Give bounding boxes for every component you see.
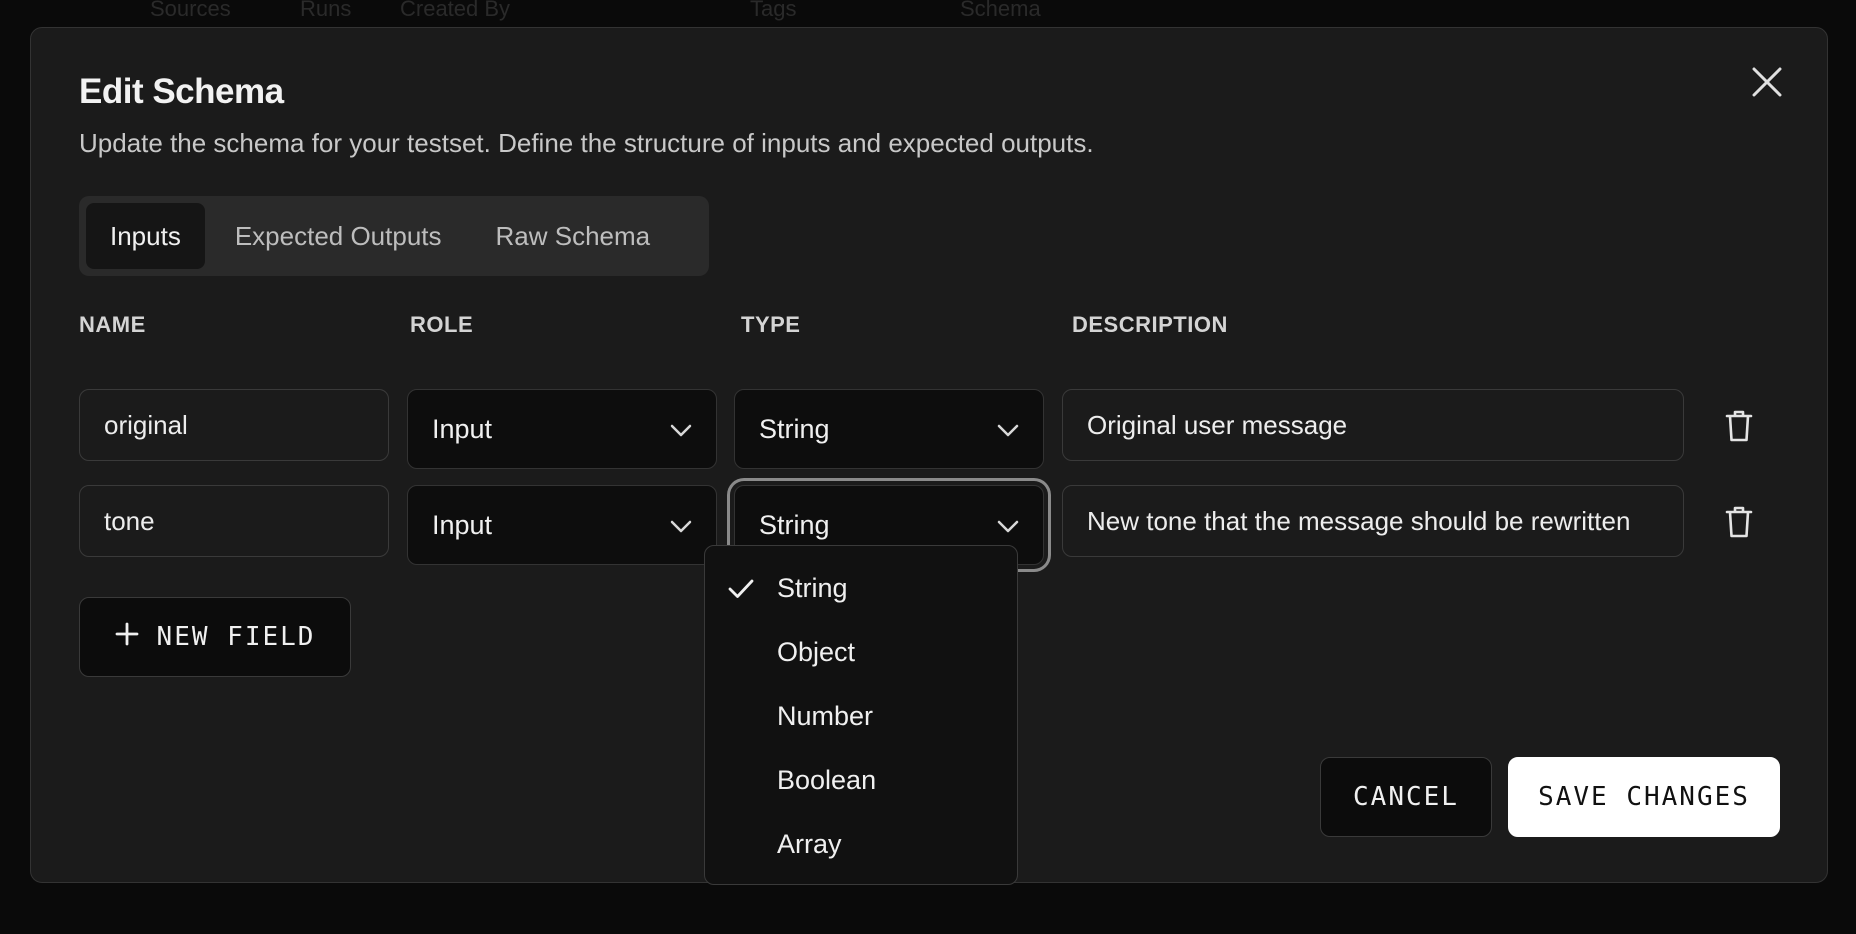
bg-col-tags: Tags — [750, 0, 797, 21]
trash-icon — [1725, 505, 1753, 544]
role-select[interactable]: Input — [407, 485, 717, 565]
role-select-value: Input — [432, 509, 493, 540]
bg-col-sources: Sources — [150, 0, 231, 21]
type-option-number[interactable]: Number — [705, 684, 1017, 748]
chevron-down-icon — [997, 414, 1019, 445]
type-select[interactable]: String — [734, 389, 1044, 469]
tab-inputs[interactable]: Inputs — [86, 203, 205, 269]
type-option-array[interactable]: Array — [705, 812, 1017, 876]
chevron-down-icon — [670, 414, 692, 445]
tab-raw-schema[interactable]: Raw Schema — [472, 203, 675, 269]
trash-icon — [1725, 409, 1753, 448]
close-button[interactable] — [1745, 62, 1789, 106]
type-option-boolean[interactable]: Boolean — [705, 748, 1017, 812]
field-description-input[interactable]: New tone that the message should be rewr… — [1062, 485, 1684, 557]
field-description-input[interactable]: Original user message — [1062, 389, 1684, 461]
background-table-header: Sources Runs Created By Tags Schema — [0, 0, 1856, 28]
type-option-label: Boolean — [777, 764, 877, 795]
cancel-button[interactable]: CANCEL — [1320, 757, 1492, 837]
type-select-value: String — [759, 509, 830, 540]
role-select[interactable]: Input — [407, 389, 717, 469]
plus-icon — [115, 622, 139, 653]
role-select-value: Input — [432, 413, 493, 444]
type-option-label: Object — [777, 636, 856, 667]
delete-field-button[interactable] — [1719, 408, 1759, 448]
tab-expected-outputs[interactable]: Expected Outputs — [211, 203, 466, 269]
chevron-down-icon — [670, 510, 692, 541]
type-option-string[interactable]: String — [705, 556, 1017, 620]
dialog-subtitle: Update the schema for your testset. Defi… — [79, 128, 1094, 158]
type-dropdown-menu: String Object Number Boolean Array — [704, 545, 1018, 885]
field-name-input[interactable]: original — [79, 389, 389, 461]
close-icon — [1751, 66, 1783, 103]
type-select-value: String — [759, 413, 830, 444]
new-field-label: NEW FIELD — [156, 622, 316, 652]
column-header-role: ROLE — [410, 312, 474, 337]
field-name-input[interactable]: tone — [79, 485, 389, 557]
bg-col-created-by: Created By — [400, 0, 511, 21]
column-header-description: DESCRIPTION — [1072, 312, 1228, 337]
bg-col-schema: Schema — [960, 0, 1041, 21]
new-field-button[interactable]: NEW FIELD — [79, 597, 351, 677]
dialog-title: Edit Schema — [79, 72, 284, 111]
column-header-type: TYPE — [741, 312, 801, 337]
check-icon — [727, 576, 755, 607]
type-option-label: String — [777, 572, 848, 603]
chevron-down-icon — [997, 510, 1019, 541]
type-option-label: Number — [777, 700, 874, 731]
schema-tabs: Inputs Expected Outputs Raw Schema — [79, 196, 709, 276]
save-changes-button[interactable]: SAVE CHANGES — [1508, 757, 1780, 837]
bg-col-runs: Runs — [300, 0, 352, 21]
delete-field-button[interactable] — [1719, 504, 1759, 544]
type-option-label: Array — [777, 828, 842, 859]
type-option-object[interactable]: Object — [705, 620, 1017, 684]
column-header-name: NAME — [79, 312, 146, 337]
